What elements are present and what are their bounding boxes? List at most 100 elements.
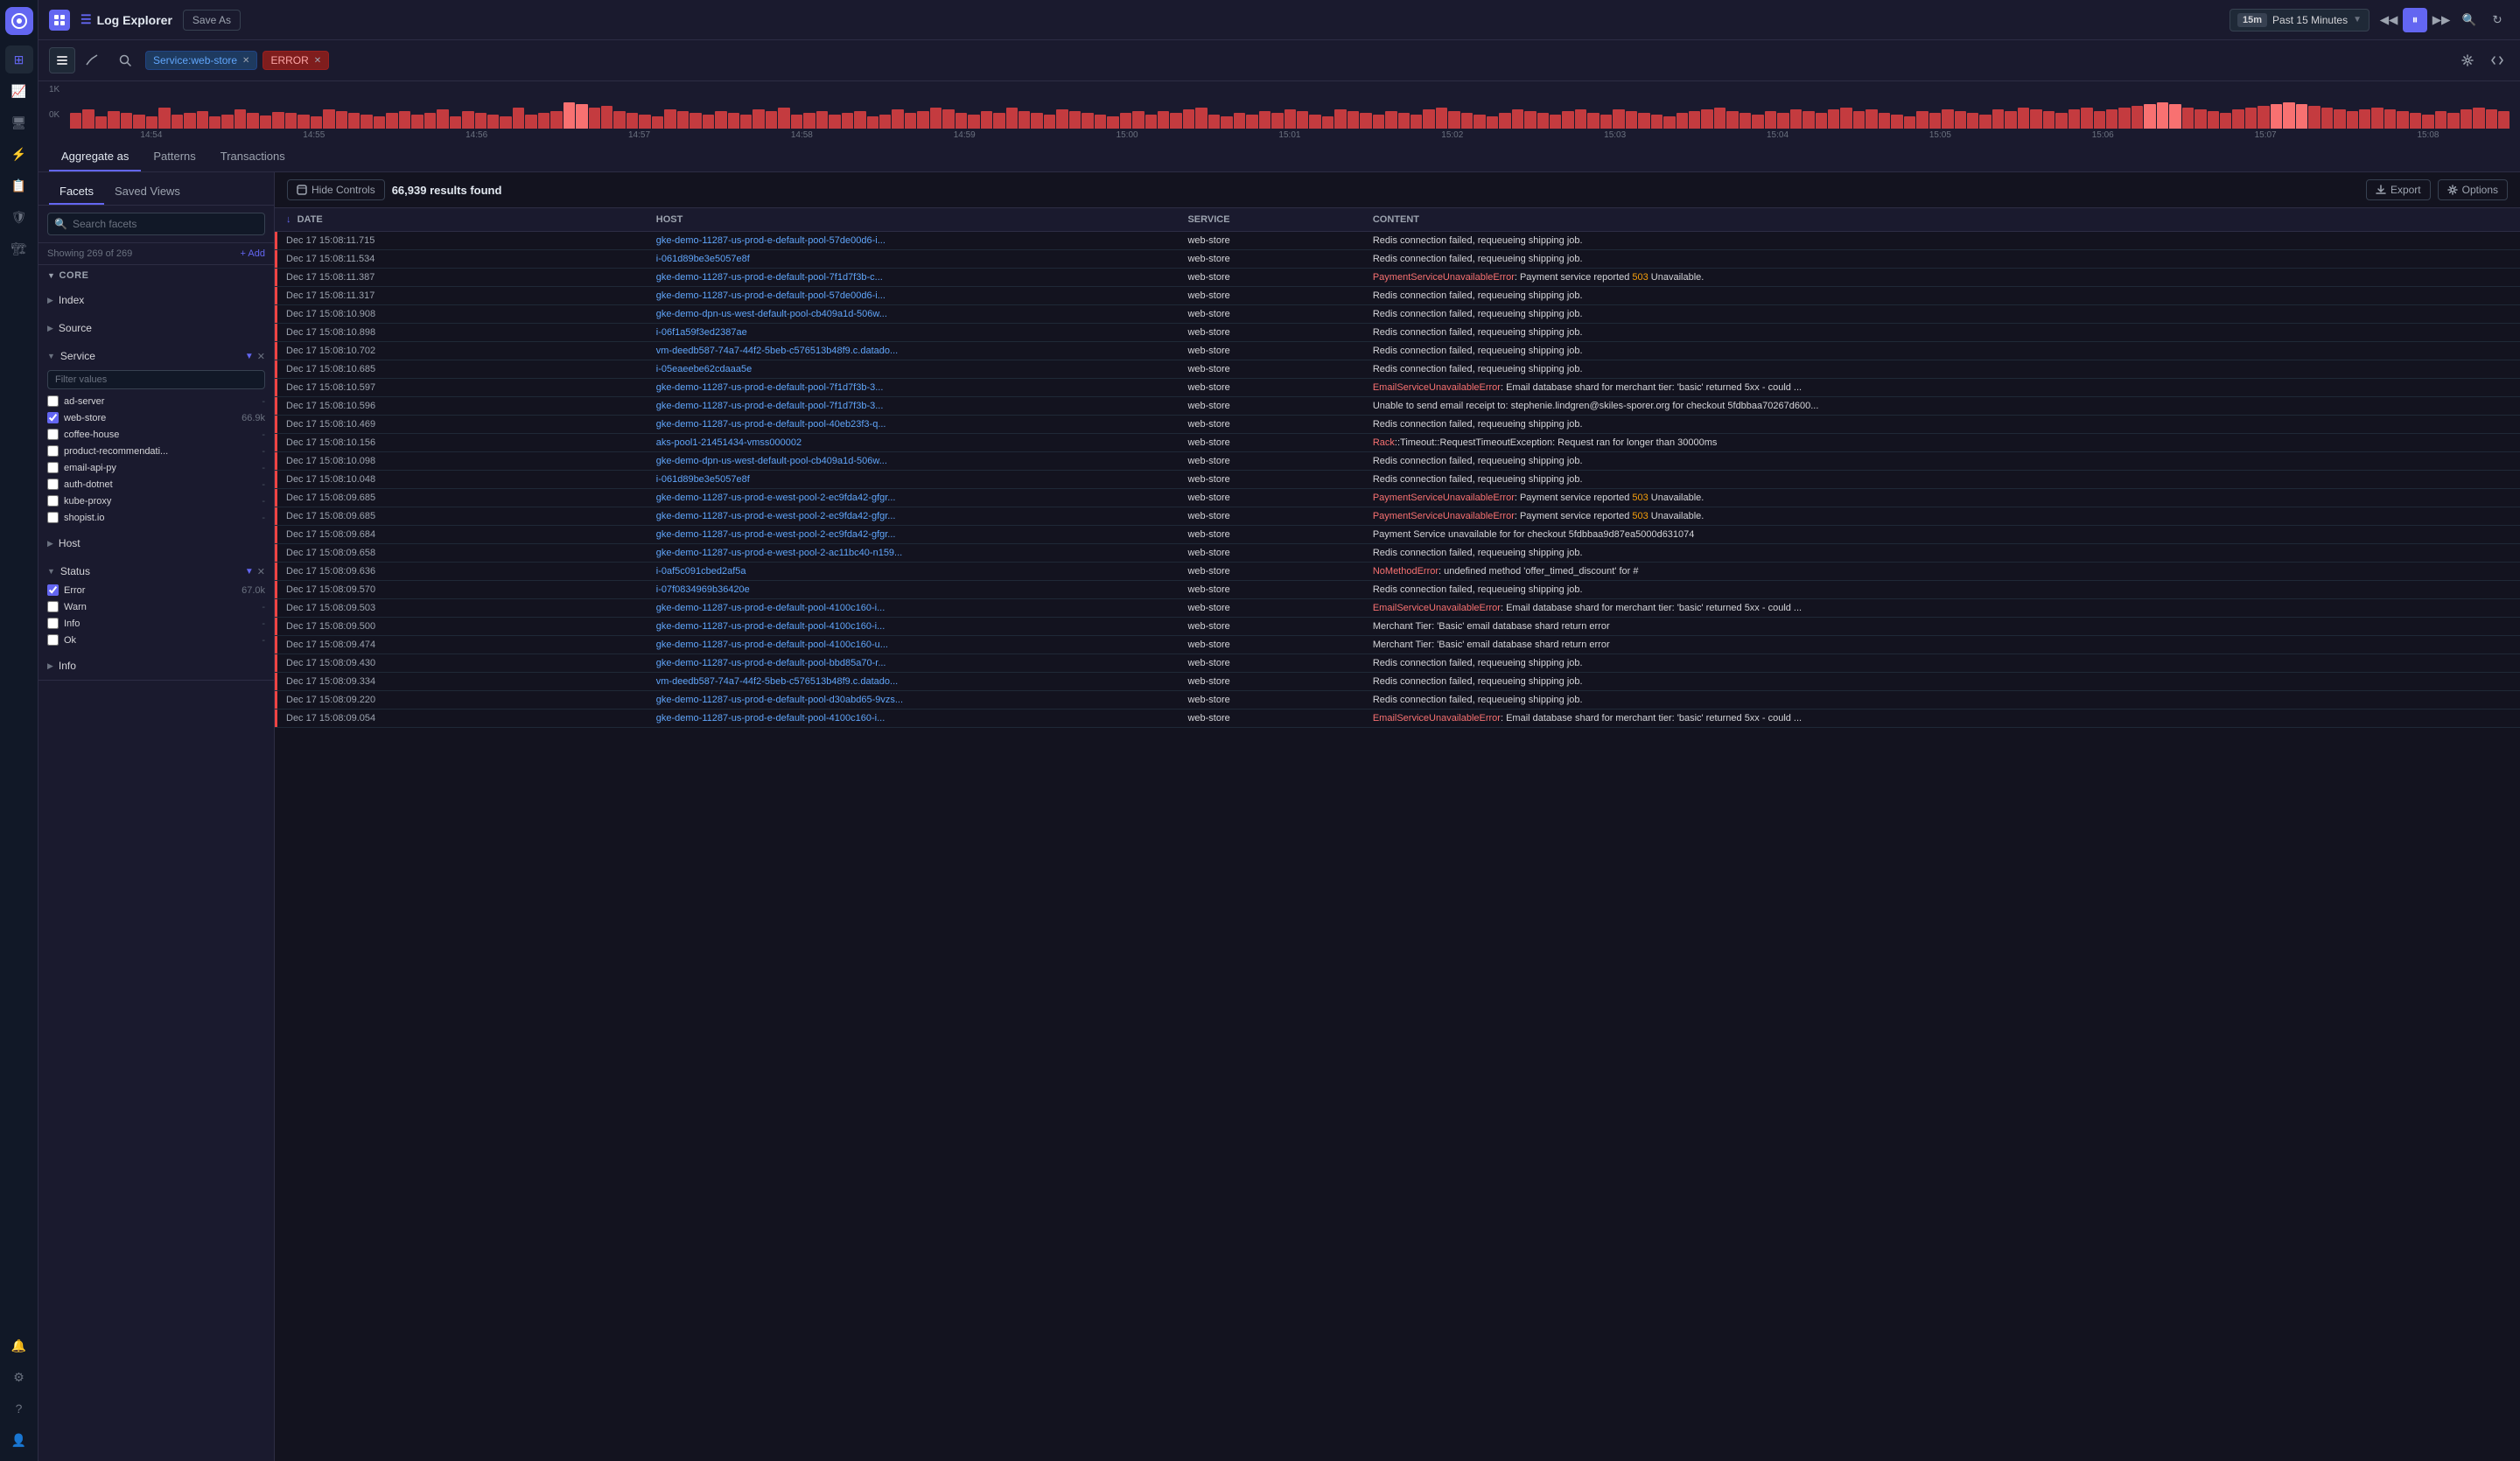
status-item-checkbox-0[interactable] — [47, 584, 59, 596]
log-row-6[interactable]: Dec 17 15:08:10.702 vm-deedb587-74a7-44f… — [275, 342, 2520, 360]
index-header[interactable]: ▶ Index — [38, 290, 274, 311]
source-header[interactable]: ▶ Source — [38, 318, 274, 339]
code-button[interactable] — [2485, 48, 2510, 73]
log-row-0[interactable]: Dec 17 15:08:11.715 gke-demo-11287-us-pr… — [275, 232, 2520, 250]
nav-icon-logs[interactable]: 📋 — [5, 171, 33, 199]
service-filter-remove[interactable]: ✕ — [257, 351, 265, 362]
service-item-5[interactable]: auth-dotnet - — [38, 476, 274, 493]
tab-aggregate-as[interactable]: Aggregate as — [49, 143, 141, 171]
options-button[interactable]: Options — [2438, 179, 2508, 200]
service-item-1[interactable]: web-store 66.9k — [38, 409, 274, 426]
nav-icon-dashboard[interactable]: 📈 — [5, 77, 33, 105]
search-button[interactable]: 🔍 — [2457, 8, 2482, 32]
facets-tab-saved-views[interactable]: Saved Views — [104, 179, 191, 205]
log-row-16[interactable]: Dec 17 15:08:09.684 gke-demo-11287-us-pr… — [275, 526, 2520, 544]
col-date-header[interactable]: ↓ DATE — [277, 208, 648, 232]
tab-transactions[interactable]: Transactions — [208, 143, 298, 171]
service-filter-tag[interactable]: Service:web-store ✕ — [145, 51, 257, 70]
log-row-21[interactable]: Dec 17 15:08:09.500 gke-demo-11287-us-pr… — [275, 618, 2520, 636]
log-row-14[interactable]: Dec 17 15:08:09.685 gke-demo-11287-us-pr… — [275, 489, 2520, 507]
log-row-12[interactable]: Dec 17 15:08:10.098 gke-demo-dpn-us-west… — [275, 452, 2520, 471]
log-row-15[interactable]: Dec 17 15:08:09.685 gke-demo-11287-us-pr… — [275, 507, 2520, 526]
nav-prev-button[interactable]: ◀◀ — [2376, 8, 2401, 32]
nav-icon-home[interactable]: ⊞ — [5, 45, 33, 73]
col-host-header[interactable]: HOST — [648, 208, 1180, 232]
service-item-checkbox-3[interactable] — [47, 445, 59, 457]
refresh-button[interactable]: ↻ — [2485, 8, 2510, 32]
log-row-10[interactable]: Dec 17 15:08:10.469 gke-demo-11287-us-pr… — [275, 416, 2520, 434]
service-item-6[interactable]: kube-proxy - — [38, 493, 274, 509]
service-item-checkbox-2[interactable] — [47, 429, 59, 440]
time-selector[interactable]: 15m Past 15 Minutes ▼ — [2230, 9, 2370, 31]
status-item-checkbox-3[interactable] — [47, 634, 59, 646]
log-row-1[interactable]: Dec 17 15:08:11.534 i-061d89be3e5057e8f … — [275, 250, 2520, 269]
col-content-header[interactable]: CONTENT — [1364, 208, 2520, 232]
col-service-header[interactable]: SERVICE — [1179, 208, 1363, 232]
status-item-3[interactable]: Ok - — [38, 632, 274, 648]
status-item-0[interactable]: Error 67.0k — [38, 582, 274, 598]
nav-icon-help[interactable]: ? — [5, 1395, 33, 1423]
log-row-26[interactable]: Dec 17 15:08:09.054 gke-demo-11287-us-pr… — [275, 710, 2520, 728]
log-row-24[interactable]: Dec 17 15:08:09.334 vm-deedb587-74a7-44f… — [275, 673, 2520, 691]
status-item-checkbox-1[interactable] — [47, 601, 59, 612]
service-item-checkbox-6[interactable] — [47, 495, 59, 507]
service-item-0[interactable]: ad-server - — [38, 393, 274, 409]
status-filter-remove[interactable]: ✕ — [257, 566, 265, 577]
status-item-1[interactable]: Warn - — [38, 598, 274, 615]
log-row-9[interactable]: Dec 17 15:08:10.596 gke-demo-11287-us-pr… — [275, 397, 2520, 416]
chart-view-button[interactable] — [79, 47, 105, 73]
error-filter-close[interactable]: ✕ — [314, 56, 321, 66]
status-item-checkbox-2[interactable] — [47, 618, 59, 629]
add-facet-button[interactable]: + Add — [241, 248, 265, 259]
gear-button[interactable] — [2455, 48, 2480, 73]
status-filter-header[interactable]: ▼ Status ▼ ✕ — [38, 561, 274, 582]
log-row-19[interactable]: Dec 17 15:08:09.570 i-07f0834969b36420e … — [275, 581, 2520, 599]
nav-pause-button[interactable]: ⏸ — [2403, 8, 2427, 32]
service-item-checkbox-7[interactable] — [47, 512, 59, 523]
log-row-4[interactable]: Dec 17 15:08:10.908 gke-demo-dpn-us-west… — [275, 305, 2520, 324]
nav-icon-infra[interactable]: 🏗 — [5, 234, 33, 262]
export-button[interactable]: Export — [2366, 179, 2431, 200]
service-item-7[interactable]: shopist.io - — [38, 509, 274, 526]
service-filter-close[interactable]: ✕ — [242, 56, 249, 66]
log-row-5[interactable]: Dec 17 15:08:10.898 i-06f1a59f3ed2387ae … — [275, 324, 2520, 342]
search-icon[interactable] — [112, 47, 138, 73]
hide-controls-button[interactable]: Hide Controls — [287, 179, 385, 200]
service-item-4[interactable]: email-api-py - — [38, 459, 274, 476]
log-row-3[interactable]: Dec 17 15:08:11.317 gke-demo-11287-us-pr… — [275, 287, 2520, 305]
service-item-checkbox-0[interactable] — [47, 395, 59, 407]
log-row-11[interactable]: Dec 17 15:08:10.156 aks-pool1-21451434-v… — [275, 434, 2520, 452]
service-item-checkbox-5[interactable] — [47, 479, 59, 490]
service-filter-header[interactable]: ▼ Service ▼ ✕ — [38, 346, 274, 367]
log-row-20[interactable]: Dec 17 15:08:09.503 gke-demo-11287-us-pr… — [275, 599, 2520, 618]
service-item-2[interactable]: coffee-house - — [38, 426, 274, 443]
log-row-22[interactable]: Dec 17 15:08:09.474 gke-demo-11287-us-pr… — [275, 636, 2520, 654]
nav-next-button[interactable]: ▶▶ — [2429, 8, 2454, 32]
service-item-checkbox-4[interactable] — [47, 462, 59, 473]
service-filter-input[interactable] — [47, 370, 265, 389]
service-item-checkbox-1[interactable] — [47, 412, 59, 423]
nav-icon-alerts[interactable]: 🔔 — [5, 1332, 33, 1360]
nav-icon-apm[interactable]: ⚡ — [5, 140, 33, 168]
save-as-button[interactable]: Save As — [183, 10, 241, 31]
facets-tab-facets[interactable]: Facets — [49, 179, 104, 205]
log-row-23[interactable]: Dec 17 15:08:09.430 gke-demo-11287-us-pr… — [275, 654, 2520, 673]
log-row-18[interactable]: Dec 17 15:08:09.636 i-0af5c091cbed2af5a … — [275, 563, 2520, 581]
host-header[interactable]: ▶ Host — [38, 533, 274, 554]
nav-icon-settings[interactable]: ⚙ — [5, 1363, 33, 1391]
log-row-13[interactable]: Dec 17 15:08:10.048 i-061d89be3e5057e8f … — [275, 471, 2520, 489]
nav-icon-security[interactable]: 🛡 — [5, 203, 33, 231]
log-row-8[interactable]: Dec 17 15:08:10.597 gke-demo-11287-us-pr… — [275, 379, 2520, 397]
log-row-7[interactable]: Dec 17 15:08:10.685 i-05eaeebe62cdaaa5e … — [275, 360, 2520, 379]
info-header[interactable]: ▶ Info — [38, 655, 274, 676]
service-item-3[interactable]: product-recommendati... - — [38, 443, 274, 459]
log-row-25[interactable]: Dec 17 15:08:09.220 gke-demo-11287-us-pr… — [275, 691, 2520, 710]
logs-table-wrapper[interactable]: ↓ DATE HOST SERVICE CONTENT Dec 17 15:08… — [275, 208, 2520, 1461]
error-filter-tag[interactable]: ERROR ✕ — [262, 51, 329, 70]
nav-icon-user[interactable]: 👤 — [5, 1426, 33, 1454]
tab-patterns[interactable]: Patterns — [141, 143, 207, 171]
nav-icon-monitor[interactable]: 🖥 — [5, 108, 33, 136]
status-item-2[interactable]: Info - — [38, 615, 274, 632]
log-row-2[interactable]: Dec 17 15:08:11.387 gke-demo-11287-us-pr… — [275, 269, 2520, 287]
list-view-button[interactable] — [49, 47, 75, 73]
